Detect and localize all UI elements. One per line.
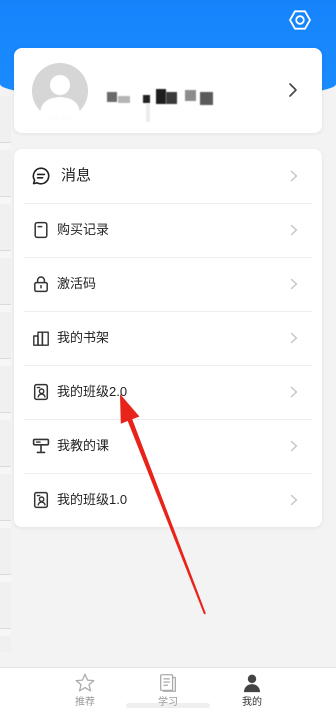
menu-item-label: 购买记录 (57, 222, 110, 237)
menu-item-my-class-1[interactable]: 我的班级1.0 (14, 473, 322, 527)
chevron-right-icon (290, 494, 298, 506)
lectern-icon (32, 437, 50, 455)
menu-item-my-class-2[interactable]: 我的班级2.0 (14, 365, 322, 419)
avatar[interactable] (32, 63, 88, 119)
left-edge-strip (0, 96, 11, 652)
profile-card[interactable] (14, 48, 322, 133)
bookshelf-icon (32, 329, 50, 347)
username-redacted (104, 86, 216, 126)
menu-item-my-teaching-courses[interactable]: 我教的课 (14, 419, 322, 473)
chevron-right-icon (290, 170, 298, 182)
tab-label: 学习 (158, 697, 178, 708)
star-icon (74, 672, 96, 694)
tab-label: 我的 (242, 697, 262, 708)
avatar-placeholder-icon (32, 63, 88, 119)
profile-page: 消息 购买记录 激活码 我的书架 我的班级2.0 我教的课 我的班级1.0 推荐… (0, 0, 336, 712)
settings-button[interactable] (288, 8, 312, 32)
menu-item-label: 消息 (61, 167, 92, 184)
receipt-icon (32, 221, 50, 239)
chevron-right-icon (290, 224, 298, 236)
chevron-right-icon (290, 386, 298, 398)
person-icon (241, 672, 263, 694)
chevron-right-icon (290, 278, 298, 290)
menu-item-label: 我的书架 (57, 330, 110, 345)
chevron-right-icon (290, 332, 298, 344)
gear-icon (288, 8, 312, 32)
message-icon (31, 166, 51, 186)
lock-icon (32, 275, 50, 293)
menu-item-bookshelf[interactable]: 我的书架 (14, 311, 322, 365)
tab-recommend[interactable]: 推荐 (43, 668, 127, 712)
menu-item-label: 我教的课 (57, 438, 110, 453)
class-badge-icon (32, 383, 50, 401)
tab-me[interactable]: 我的 (210, 668, 294, 712)
menu-item-purchase-records[interactable]: 购买记录 (14, 203, 322, 257)
chevron-right-icon (290, 440, 298, 452)
bottom-tab-bar: 推荐 学习 我的 (0, 667, 336, 712)
tab-label: 推荐 (75, 697, 95, 708)
chevron-right-icon (288, 82, 298, 98)
menu-item-label: 激活码 (57, 276, 97, 291)
tab-study[interactable]: 学习 (126, 668, 210, 712)
menu-item-label: 我的班级1.0 (57, 492, 128, 507)
menu-item-messages[interactable]: 消息 (14, 149, 322, 203)
class-badge-icon (32, 491, 50, 509)
menu-list: 消息 购买记录 激活码 我的书架 我的班级2.0 我教的课 我的班级1.0 (14, 149, 322, 527)
menu-item-label: 我的班级2.0 (57, 384, 128, 399)
menu-item-activation-code[interactable]: 激活码 (14, 257, 322, 311)
book-icon (157, 672, 179, 694)
